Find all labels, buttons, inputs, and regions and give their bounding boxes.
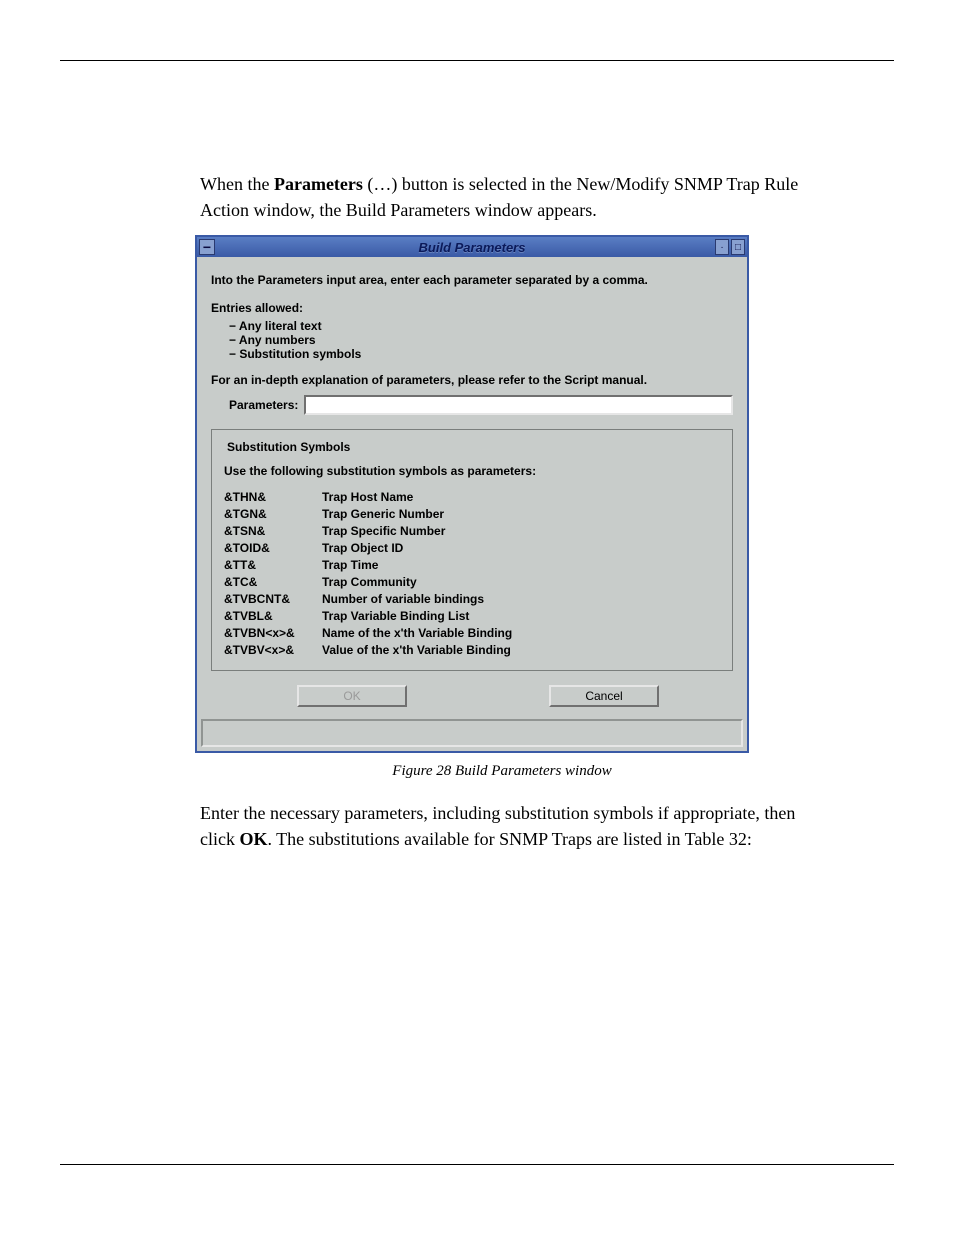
minimize-icon[interactable]: · (715, 239, 729, 255)
outro-paragraph: Enter the necessary parameters, includin… (200, 800, 804, 852)
ok-button[interactable]: OK (297, 685, 407, 707)
outro-bold: OK (239, 829, 267, 849)
symbol-cell: &TSN& (224, 522, 322, 539)
table-row: &TSN&Trap Specific Number (224, 522, 720, 539)
titlebar: − Build Parameters · □ (197, 237, 747, 257)
description-cell: Trap Specific Number (322, 522, 720, 539)
intro-bold: Parameters (274, 174, 363, 194)
table-row: &TGN&Trap Generic Number (224, 505, 720, 522)
description-cell: Trap Host Name (322, 488, 720, 505)
substitution-table: &THN&Trap Host Name&TGN&Trap Generic Num… (224, 488, 720, 658)
window-title: Build Parameters (197, 240, 747, 255)
description-cell: Number of variable bindings (322, 590, 720, 607)
outro-suffix: . The substitutions available for SNMP T… (268, 829, 752, 849)
allowed-header: Entries allowed: (211, 301, 733, 315)
symbol-cell: &TGN& (224, 505, 322, 522)
allowed-item: Any numbers (229, 333, 733, 347)
allowed-list: Any literal text Any numbers Substitutio… (211, 319, 733, 361)
description-cell: Value of the x'th Variable Binding (322, 641, 720, 658)
symbol-cell: &TVBL& (224, 607, 322, 624)
status-bar (201, 719, 743, 747)
description-cell: Name of the x'th Variable Binding (322, 624, 720, 641)
symbol-cell: &TVBV<x>& (224, 641, 322, 658)
symbol-cell: &THN& (224, 488, 322, 505)
description-cell: Trap Community (322, 573, 720, 590)
substitution-intro: Use the following substitution symbols a… (224, 464, 720, 478)
description-cell: Trap Variable Binding List (322, 607, 720, 624)
description-cell: Trap Object ID (322, 539, 720, 556)
table-row: &THN&Trap Host Name (224, 488, 720, 505)
instruction-text: Into the Parameters input area, enter ea… (211, 273, 733, 287)
parameters-label: Parameters: (229, 398, 298, 412)
symbol-cell: &TVBCNT& (224, 590, 322, 607)
table-row: &TVBV<x>&Value of the x'th Variable Bind… (224, 641, 720, 658)
table-row: &TVBCNT&Number of variable bindings (224, 590, 720, 607)
reference-text: For an in-depth explanation of parameter… (211, 373, 733, 387)
symbol-cell: &TT& (224, 556, 322, 573)
header-rule (60, 60, 894, 61)
allowed-item: Any literal text (229, 319, 733, 333)
description-cell: Trap Time (322, 556, 720, 573)
substitution-legend: Substitution Symbols (224, 440, 353, 454)
table-row: &TC&Trap Community (224, 573, 720, 590)
table-row: &TVBN<x>&Name of the x'th Variable Bindi… (224, 624, 720, 641)
table-row: &TOID&Trap Object ID (224, 539, 720, 556)
description-cell: Trap Generic Number (322, 505, 720, 522)
symbol-cell: &TVBN<x>& (224, 624, 322, 641)
figure-caption: Figure 28 Build Parameters window (200, 763, 804, 780)
footer-rule (60, 1164, 894, 1165)
build-parameters-window: − Build Parameters · □ Into the Paramete… (195, 235, 749, 753)
intro-prefix: When the (200, 174, 274, 194)
table-row: &TT&Trap Time (224, 556, 720, 573)
symbol-cell: &TOID& (224, 539, 322, 556)
cancel-button[interactable]: Cancel (549, 685, 659, 707)
substitution-fieldset: Substitution Symbols Use the following s… (211, 429, 733, 671)
maximize-icon[interactable]: □ (731, 239, 745, 255)
symbol-cell: &TC& (224, 573, 322, 590)
allowed-item: Substitution symbols (229, 347, 733, 361)
table-row: &TVBL&Trap Variable Binding List (224, 607, 720, 624)
parameters-input[interactable] (304, 395, 733, 415)
system-menu-icon[interactable]: − (199, 239, 215, 255)
intro-paragraph: When the Parameters (…) button is select… (200, 171, 804, 223)
